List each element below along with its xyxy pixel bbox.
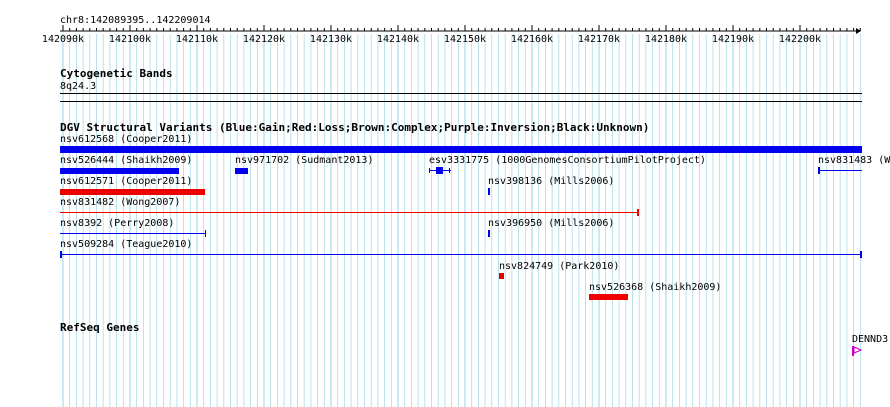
nsv509284-tick-left xyxy=(60,251,62,258)
nsv831483-line xyxy=(818,170,862,171)
tick-label: 142180k xyxy=(644,34,688,45)
tick-label: 142130k xyxy=(309,34,353,45)
coordinate-ruler xyxy=(60,25,861,34)
sv-feature-nsv509284[interactable] xyxy=(60,251,862,259)
cytoband-bottom-line xyxy=(60,101,862,102)
sv-feature-nsv526368[interactable] xyxy=(589,294,628,300)
tick-label: 142120k xyxy=(242,34,286,45)
sv-label-nsv971702: nsv971702 (Sudmant2013) xyxy=(235,155,374,166)
tick-label: 142170k xyxy=(577,34,621,45)
tick-label: 142200k xyxy=(778,34,822,45)
sv-label-nsv824749: nsv824749 (Park2010) xyxy=(499,261,620,272)
tick-label: 142100k xyxy=(108,34,152,45)
sv-label-nsv612568: nsv612568 (Cooper2011) xyxy=(60,134,193,145)
esv3331775-tick-right xyxy=(449,168,450,173)
sv-label-nsv8392: nsv8392 (Perry2008) xyxy=(60,218,175,229)
sv-feature-esv3331775[interactable] xyxy=(429,167,451,175)
tick-label: 142150k xyxy=(443,34,487,45)
sv-feature-nsv396950[interactable] xyxy=(488,230,490,237)
sv-feature-nsv831482[interactable] xyxy=(60,209,640,217)
nsv831483-tick-left xyxy=(818,167,820,174)
sv-label-nsv612571: nsv612571 (Cooper2011) xyxy=(60,176,193,187)
gene-label-dennd3: DENND3 xyxy=(852,334,889,345)
sv-feature-nsv398136[interactable] xyxy=(488,188,490,195)
nsv509284-line xyxy=(60,254,862,255)
sv-label-esv3331775: esv3331775 (1000GenomesConsortiumPilotPr… xyxy=(429,155,706,166)
sv-label-nsv396950: nsv396950 (Mills2006) xyxy=(488,218,615,229)
sv-feature-nsv824749[interactable] xyxy=(499,273,504,279)
nsv831482-line xyxy=(60,212,638,213)
nsv8392-tick-right xyxy=(205,230,206,237)
tick-label: 142190k xyxy=(711,34,755,45)
sv-feature-nsv971702[interactable] xyxy=(235,168,248,174)
sv-feature-nsv831483[interactable] xyxy=(818,167,862,175)
sv-feature-nsv612571[interactable] xyxy=(60,189,205,195)
sv-label-nsv509284: nsv509284 (Teague2010) xyxy=(60,239,193,250)
tick-label: 142160k xyxy=(510,34,554,45)
sv-label-nsv831482: nsv831482 (Wong2007) xyxy=(60,197,181,208)
track-title-cytoband[interactable]: Cytogenetic Bands xyxy=(60,67,173,80)
nsv831482-tick-right xyxy=(637,209,639,216)
genome-browser-view: chr8:142089395..142209014 142090k 142100… xyxy=(0,0,890,407)
sv-feature-nsv526444[interactable] xyxy=(60,168,179,174)
track-title-dgv[interactable]: DGV Structural Variants (Blue:Gain;Red:L… xyxy=(60,121,649,134)
esv3331775-tick-left xyxy=(429,168,430,173)
sv-feature-nsv8392[interactable] xyxy=(60,230,208,238)
esv3331775-block xyxy=(436,167,443,174)
sv-label-nsv398136: nsv398136 (Mills2006) xyxy=(488,176,615,187)
sv-label-nsv526444: nsv526444 (Shaikh2009) xyxy=(60,155,193,166)
cytoband-top-line xyxy=(60,93,862,94)
sv-label-nsv831483: nsv831483 (W xyxy=(818,155,890,166)
tick-label: 142110k xyxy=(175,34,219,45)
sv-feature-nsv612568[interactable] xyxy=(60,146,862,153)
gene-start-arrow-icon[interactable] xyxy=(852,346,864,356)
tick-label: 142140k xyxy=(376,34,420,45)
cytoband-label: 8q24.3 xyxy=(60,81,97,92)
nsv509284-tick-right xyxy=(860,251,862,258)
tick-label: 142090k xyxy=(41,34,85,45)
nsv8392-line xyxy=(60,233,206,234)
track-title-refseq[interactable]: RefSeq Genes xyxy=(60,321,139,334)
sv-label-nsv526368: nsv526368 (Shaikh2009) xyxy=(589,282,722,293)
